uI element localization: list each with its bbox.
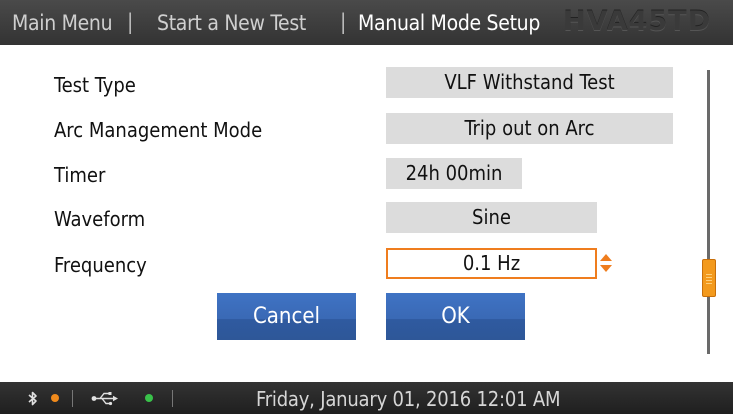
up-down-arrows-icon[interactable] <box>599 253 613 273</box>
screen: Main Menu | Start a New Test | Manual Mo… <box>0 0 733 414</box>
timer-label: Timer <box>54 163 106 187</box>
scrollbar-thumb[interactable] <box>702 259 716 297</box>
scrollbar-track[interactable] <box>707 70 710 354</box>
device-model-logo: HVA45TD <box>563 6 711 37</box>
title-bar: Main Menu | Start a New Test | Manual Mo… <box>0 0 733 45</box>
breadcrumb-main-menu[interactable]: Main Menu <box>12 11 113 35</box>
breadcrumb-manual-mode-setup: Manual Mode Setup <box>358 11 541 35</box>
frequency-value[interactable]: 0.1 Hz <box>386 248 597 279</box>
cancel-button[interactable]: Cancel <box>217 293 356 340</box>
bluetooth-status-dot <box>51 394 59 402</box>
waveform-value[interactable]: Sine <box>386 202 597 233</box>
waveform-label: Waveform <box>54 207 146 231</box>
bluetooth-icon <box>28 391 37 406</box>
status-divider <box>72 390 73 407</box>
test-type-value[interactable]: VLF Withstand Test <box>386 67 673 98</box>
date-time-display: Friday, January 01, 2016 12:01 AM <box>256 387 561 411</box>
breadcrumb-separator: | <box>127 10 134 34</box>
arc-management-mode-value[interactable]: Trip out on Arc <box>386 113 673 144</box>
frequency-label: Frequency <box>54 253 147 277</box>
usb-status-dot <box>145 394 153 402</box>
usb-icon <box>91 392 118 406</box>
status-bar: Friday, January 01, 2016 12:01 AM <box>0 382 733 414</box>
arc-management-mode-label: Arc Management Mode <box>54 118 263 142</box>
breadcrumb-start-new-test[interactable]: Start a New Test <box>157 11 306 35</box>
breadcrumb-separator: | <box>340 10 347 34</box>
test-type-label: Test Type <box>54 73 136 97</box>
status-divider <box>172 390 173 407</box>
ok-button[interactable]: OK <box>386 293 525 340</box>
timer-value[interactable]: 24h 00min <box>386 158 522 189</box>
